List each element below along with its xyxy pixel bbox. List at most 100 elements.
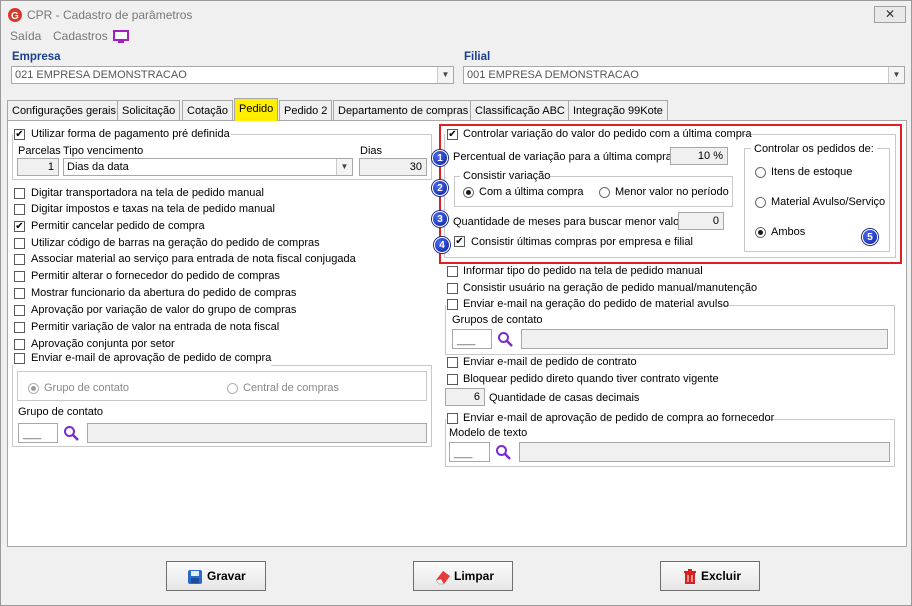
left-option-label: Aprovação conjunta por setor: [31, 338, 175, 350]
enviar-contrato-label: Enviar e-mail de pedido de contrato: [463, 356, 637, 368]
informar-tipo-label: Informar tipo do pedido na tela de pedid…: [463, 265, 703, 277]
controlar-variacao-label: Controlar variação do valor do pedido co…: [463, 128, 752, 140]
tab-cotacao[interactable]: Cotação: [182, 100, 233, 120]
grupos-contato-label: Grupos de contato: [452, 314, 543, 326]
grupo-contato-radio[interactable]: [28, 383, 39, 394]
badge-5: 5: [862, 229, 878, 245]
save-icon: [188, 570, 202, 584]
consistir-usuario-checkbox[interactable]: [447, 283, 458, 294]
com-ultima-compra-radio[interactable]: [463, 187, 474, 198]
com-ultima-compra-label: Com a última compra: [479, 186, 584, 198]
tab-departamento-de-compras[interactable]: Departamento de compras: [333, 100, 474, 120]
enviar-avulso-label: Enviar e-mail na geração do pedido de ma…: [463, 298, 729, 310]
bloquear-pedido-checkbox[interactable]: [447, 374, 458, 385]
percentual-input[interactable]: 10 %: [670, 147, 728, 165]
enviar-fornecedor-checkbox[interactable]: [447, 413, 458, 424]
chevron-down-icon: ▼: [336, 159, 352, 175]
left-option-checkbox[interactable]: [14, 204, 25, 215]
enviar-fornecedor-label: Enviar e-mail de aprovação de pedido de …: [463, 412, 775, 424]
modelo-texto-code-input[interactable]: ___: [449, 442, 490, 462]
consistir-ultimas-checkbox[interactable]: ✔: [454, 236, 465, 247]
search-icon[interactable]: [63, 425, 79, 441]
left-option-label: Permitir alterar o fornecedor do pedido …: [31, 270, 280, 282]
gravar-button[interactable]: Gravar: [166, 561, 266, 591]
menu-cadastros[interactable]: Cadastros: [53, 29, 108, 43]
itens-estoque-radio[interactable]: [755, 167, 766, 178]
enviar-contrato-checkbox[interactable]: [447, 357, 458, 368]
search-icon[interactable]: [495, 444, 511, 460]
close-button[interactable]: ✕: [874, 6, 906, 23]
limpar-button[interactable]: Limpar: [413, 561, 513, 591]
left-option-label: Digitar impostos e taxas na tela de pedi…: [31, 203, 275, 215]
casas-decimais-label: Quantidade de casas decimais: [489, 392, 640, 404]
grupo-contato-label: Grupo de contato: [18, 406, 104, 418]
svg-text:G: G: [11, 11, 19, 22]
left-option-checkbox[interactable]: [14, 238, 25, 249]
grupo-contato-code-input[interactable]: ___: [18, 423, 58, 443]
enviar-aprovacao-checkbox[interactable]: [14, 353, 25, 364]
main-window: G CPR - Cadastro de parâmetros ✕ Saída C…: [0, 0, 912, 606]
meses-label: Quantidade de meses para buscar menor va…: [453, 216, 683, 228]
left-option-checkbox[interactable]: ✔: [14, 221, 25, 232]
left-option-label: Mostrar funcionario da abertura do pedid…: [31, 287, 297, 299]
material-avulso-label: Material Avulso/Serviço: [771, 196, 886, 208]
grupo-contato-radio-label: Grupo de contato: [44, 382, 130, 394]
left-option-label: Aprovação por variação de valor do grupo…: [31, 304, 297, 316]
empresa-select[interactable]: 021 EMPRESA DEMONSTRACAO ▼: [11, 66, 454, 84]
forma-pagamento-checkbox[interactable]: ✔: [14, 129, 25, 140]
left-option-label: Associar material ao serviço para entrad…: [31, 253, 356, 265]
meses-input[interactable]: 0: [678, 212, 724, 230]
tab-pedido-2[interactable]: Pedido 2: [279, 100, 333, 120]
title-bar: G CPR - Cadastro de parâmetros ✕: [1, 1, 911, 29]
left-option-checkbox[interactable]: [14, 305, 25, 316]
material-avulso-radio[interactable]: [755, 197, 766, 208]
badge-4: 4: [434, 237, 450, 253]
informar-tipo-checkbox[interactable]: [447, 266, 458, 277]
left-option-label: Digitar transportadora na tela de pedido…: [31, 187, 264, 199]
search-icon[interactable]: [497, 331, 513, 347]
consistir-ultimas-label: Consistir últimas compras por empresa e …: [471, 236, 693, 248]
tab-classificacao-abc[interactable]: Classificação ABC: [470, 100, 570, 120]
controlar-pedidos-label: Controlar os pedidos de:: [754, 143, 874, 155]
parcelas-input[interactable]: 1: [17, 158, 59, 176]
tab-solicitacao[interactable]: Solicitação: [117, 100, 181, 120]
controlar-variacao-checkbox[interactable]: ✔: [447, 129, 458, 140]
tipo-vencimento-select[interactable]: Dias da data ▼: [63, 158, 353, 176]
ambos-label: Ambos: [771, 226, 806, 238]
left-option-label: Permitir variação de valor na entrada de…: [31, 321, 280, 333]
forma-pagamento-label: Utilizar forma de pagamento pré definida: [31, 128, 230, 140]
enviar-avulso-checkbox[interactable]: [447, 299, 458, 310]
itens-estoque-label: Itens de estoque: [771, 166, 853, 178]
tab-integracao-99kote[interactable]: Integração 99Kote: [568, 100, 668, 120]
central-compras-radio[interactable]: [227, 383, 238, 394]
tab-pedido[interactable]: Pedido: [234, 98, 279, 121]
menor-valor-label: Menor valor no período: [615, 186, 729, 198]
parcelas-label: Parcelas: [18, 145, 61, 157]
excluir-button[interactable]: Excluir: [660, 561, 760, 591]
ambos-radio[interactable]: [755, 227, 766, 238]
left-option-checkbox[interactable]: [14, 188, 25, 199]
menu-saida[interactable]: Saída: [10, 29, 41, 43]
consistir-variacao-label: Consistir variação: [463, 170, 551, 182]
chevron-down-icon: ▼: [888, 67, 904, 83]
badge-2: 2: [432, 180, 448, 196]
empresa-label: Empresa: [12, 51, 61, 63]
left-option-checkbox[interactable]: [14, 322, 25, 333]
dias-input[interactable]: 30: [359, 158, 427, 176]
grupo-contato-desc-input: [87, 423, 427, 443]
filial-select[interactable]: 001 EMPRESA DEMONSTRACAO ▼: [463, 66, 905, 84]
left-option-checkbox[interactable]: [14, 288, 25, 299]
casas-decimais-input[interactable]: 6: [445, 388, 485, 406]
grupos-contato-code-input[interactable]: ___: [452, 329, 492, 349]
enviar-aprovacao-label: Enviar e-mail de aprovação de pedido de …: [31, 352, 272, 364]
left-option-checkbox[interactable]: [14, 339, 25, 350]
monitor-icon[interactable]: [113, 30, 129, 44]
left-option-checkbox[interactable]: [14, 271, 25, 282]
left-option-checkbox[interactable]: [14, 254, 25, 265]
chevron-down-icon: ▼: [437, 67, 453, 83]
app-logo-icon: G: [8, 8, 22, 22]
percentual-label: Percentual de variação para a última com…: [453, 151, 672, 163]
tab-configuracoes-gerais[interactable]: Configurações gerais: [7, 100, 121, 120]
menor-valor-radio[interactable]: [599, 187, 610, 198]
dias-label: Dias: [360, 145, 383, 157]
